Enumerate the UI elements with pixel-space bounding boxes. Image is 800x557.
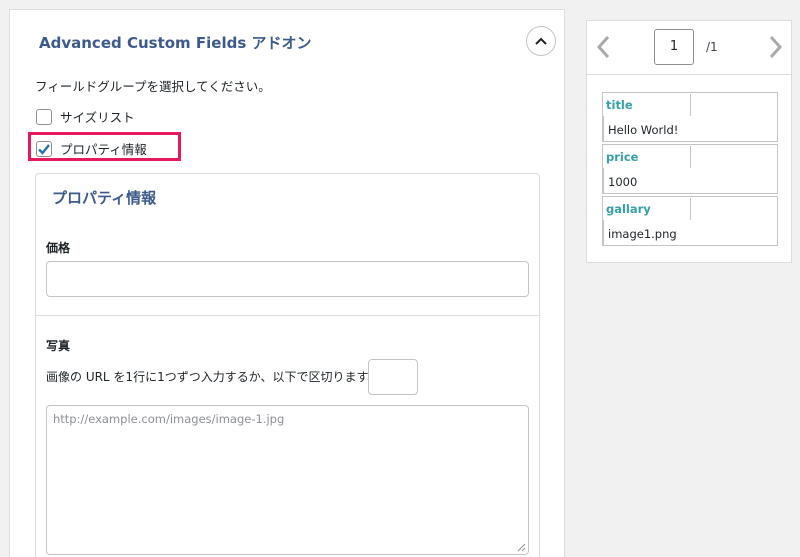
photo-help-text: 画像の URL を1行に1つずつ入力するか、以下で区切ります: [46,370,373,384]
divider [36,315,539,316]
photo-label: 写真 [46,339,71,353]
chevron-right-icon[interactable] [765,33,785,61]
price-input[interactable] [46,261,529,297]
property-info-group: プロパティ情報 価格 写真 画像の URL を1行に1つずつ入力するか、以下で区… [35,173,540,557]
field-group-prompt: フィールドグループを選択してください。 [35,79,271,94]
option-property-info[interactable]: プロパティ情報 [36,139,147,158]
textarea-placeholder: http://example.com/images/image-1.jpg [53,412,285,426]
price-label: 価格 [46,241,71,255]
option-size-list[interactable]: サイズリスト [36,107,135,126]
field-card-gallary: gallary image1.png [602,196,778,246]
card-key: title [606,98,633,112]
card-separator [690,146,691,168]
card-separator [603,116,604,142]
card-key: gallary [606,202,651,216]
group-title: プロパティ情報 [52,189,157,207]
card-separator [603,220,604,246]
checkmark-icon [38,143,50,155]
chevron-up-icon [535,37,547,45]
resize-grip-icon[interactable] [517,543,526,552]
card-separator [690,94,691,116]
option-label: サイズリスト [60,110,135,125]
image-url-textarea[interactable]: http://example.com/images/image-1.jpg [46,405,529,555]
option-label: プロパティ情報 [60,142,147,157]
property-info-checkbox[interactable] [36,140,52,157]
size-list-checkbox[interactable] [36,108,52,125]
card-value: Hello World! [608,123,679,137]
pagination: 1 /1 [587,21,791,75]
chevron-left-icon[interactable] [594,33,614,61]
acf-addon-panel: Advanced Custom Fields アドオン フィールドグループを選択… [9,9,565,557]
preview-panel: 1 /1 title Hello World! price 1000 galla… [586,20,792,263]
card-separator [603,168,604,194]
separator-input[interactable] [368,359,418,395]
collapse-button[interactable] [526,26,556,56]
panel-title: Advanced Custom Fields アドオン [39,34,312,52]
card-value: image1.png [608,227,677,241]
card-value: 1000 [608,175,638,189]
page-total: /1 [706,40,718,54]
card-separator [690,198,691,220]
field-card-title: title Hello World! [602,92,778,142]
card-key: price [606,150,639,164]
field-card-price: price 1000 [602,144,778,194]
page-number-input[interactable]: 1 [654,29,694,65]
